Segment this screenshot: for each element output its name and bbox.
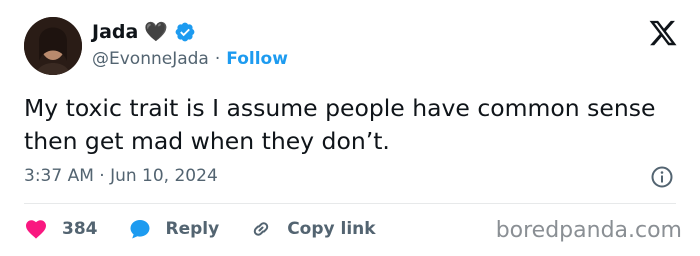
copy-link-label: Copy link (287, 219, 376, 239)
verified-icon (174, 21, 196, 43)
author-name[interactable]: Jada (92, 20, 138, 44)
tweet-text: My toxic trait is I assume people have c… (24, 94, 656, 155)
separator: · (214, 49, 221, 69)
reply-button[interactable]: Reply (128, 217, 220, 241)
avatar-image (24, 17, 82, 75)
like-count: 384 (62, 219, 98, 239)
info-icon[interactable] (650, 165, 674, 189)
reply-label: Reply (165, 219, 220, 239)
follow-button[interactable]: Follow (226, 48, 288, 70)
author-handle[interactable]: @EvonneJada (92, 48, 209, 70)
link-icon (253, 222, 269, 236)
reply-icon (130, 220, 149, 239)
author-emoji: 🖤 (144, 21, 168, 43)
like-button[interactable]: 384 (24, 217, 98, 241)
heart-icon (26, 220, 46, 239)
action-bar: 384 Reply Copy link (24, 217, 376, 241)
handle-row: @EvonneJada · Follow (92, 48, 288, 70)
avatar[interactable] (24, 17, 82, 75)
divider (24, 203, 676, 204)
tweet-timestamp[interactable]: 3:37 AM · Jun 10, 2024 (24, 165, 218, 187)
watermark: boredpanda.com (495, 218, 682, 243)
x-logo-icon[interactable] (648, 18, 678, 48)
copy-link-button[interactable]: Copy link (249, 217, 376, 241)
author-name-row: Jada 🖤 (92, 20, 196, 44)
